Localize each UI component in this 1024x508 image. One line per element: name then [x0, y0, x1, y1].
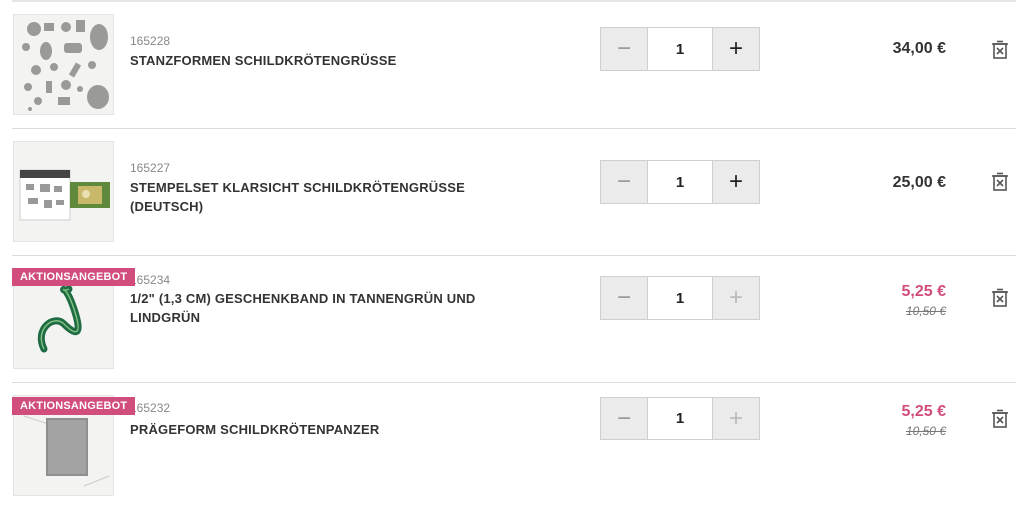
- decrease-quantity-button[interactable]: −: [601, 161, 647, 203]
- product-name[interactable]: PRÄGEFORM SCHILDKRÖTENPANZER: [130, 420, 520, 439]
- remove-item-button[interactable]: [991, 40, 1009, 60]
- cart-row: AKTIONSANGEBOT 165234 1/2" (1,3 CM) GESC…: [12, 256, 1016, 383]
- product-image[interactable]: [13, 14, 114, 115]
- trash-icon: [992, 409, 1008, 428]
- trash-icon: [992, 288, 1008, 307]
- quantity-stepper: − 1 +: [600, 160, 760, 204]
- quantity-stepper: − 1 +: [600, 27, 760, 71]
- item-price: 25,00 €: [892, 174, 946, 191]
- trash-icon: [992, 40, 1008, 59]
- increase-quantity-button[interactable]: +: [713, 28, 759, 70]
- promo-badge: AKTIONSANGEBOT: [12, 397, 136, 415]
- sale-price: 5,25 €: [901, 283, 946, 300]
- increase-quantity-button[interactable]: +: [713, 398, 759, 439]
- remove-item-button[interactable]: [991, 172, 1009, 192]
- quantity-stepper: − 1 +: [600, 397, 760, 440]
- trash-icon: [992, 172, 1008, 191]
- increase-quantity-button[interactable]: +: [713, 161, 759, 203]
- decrease-quantity-button[interactable]: −: [601, 277, 647, 319]
- product-name[interactable]: STANZFORMEN SCHILDKRÖTENGRÜSSE: [130, 51, 520, 70]
- product-sku: 165232: [130, 401, 171, 415]
- item-price: 34,00 €: [892, 40, 946, 57]
- product-name[interactable]: STEMPELSET KLARSICHT SCHILDKRÖTENGRÜSSE …: [130, 178, 520, 216]
- cart-row: AKTIONSANGEBOT 165232 PRÄGEFORM SCHILDKR…: [12, 383, 1016, 508]
- decrease-quantity-button[interactable]: −: [601, 28, 647, 70]
- original-price: 10,50 €: [905, 424, 946, 438]
- product-sku: 165234: [130, 273, 171, 287]
- cart-row: 165228 STANZFORMEN SCHILDKRÖTENGRÜSSE − …: [12, 2, 1016, 129]
- quantity-input[interactable]: 1: [647, 398, 713, 439]
- decrease-quantity-button[interactable]: −: [601, 398, 647, 439]
- product-sku: 165227: [130, 161, 171, 175]
- product-name[interactable]: 1/2" (1,3 CM) GESCHENKBAND IN TANNENGRÜN…: [130, 289, 520, 327]
- product-sku: 165228: [130, 34, 171, 48]
- sale-price: 5,25 €: [901, 403, 946, 420]
- promo-badge: AKTIONSANGEBOT: [12, 268, 136, 286]
- quantity-input[interactable]: 1: [647, 277, 713, 319]
- increase-quantity-button[interactable]: +: [713, 277, 759, 319]
- original-price: 10,50 €: [905, 304, 946, 318]
- quantity-input[interactable]: 1: [647, 28, 713, 70]
- remove-item-button[interactable]: [991, 288, 1009, 308]
- product-image[interactable]: [13, 141, 114, 242]
- cart-row: 165227 STEMPELSET KLARSICHT SCHILDKRÖTEN…: [12, 129, 1016, 256]
- quantity-stepper: − 1 +: [600, 276, 760, 320]
- quantity-input[interactable]: 1: [647, 161, 713, 203]
- remove-item-button[interactable]: [991, 409, 1009, 429]
